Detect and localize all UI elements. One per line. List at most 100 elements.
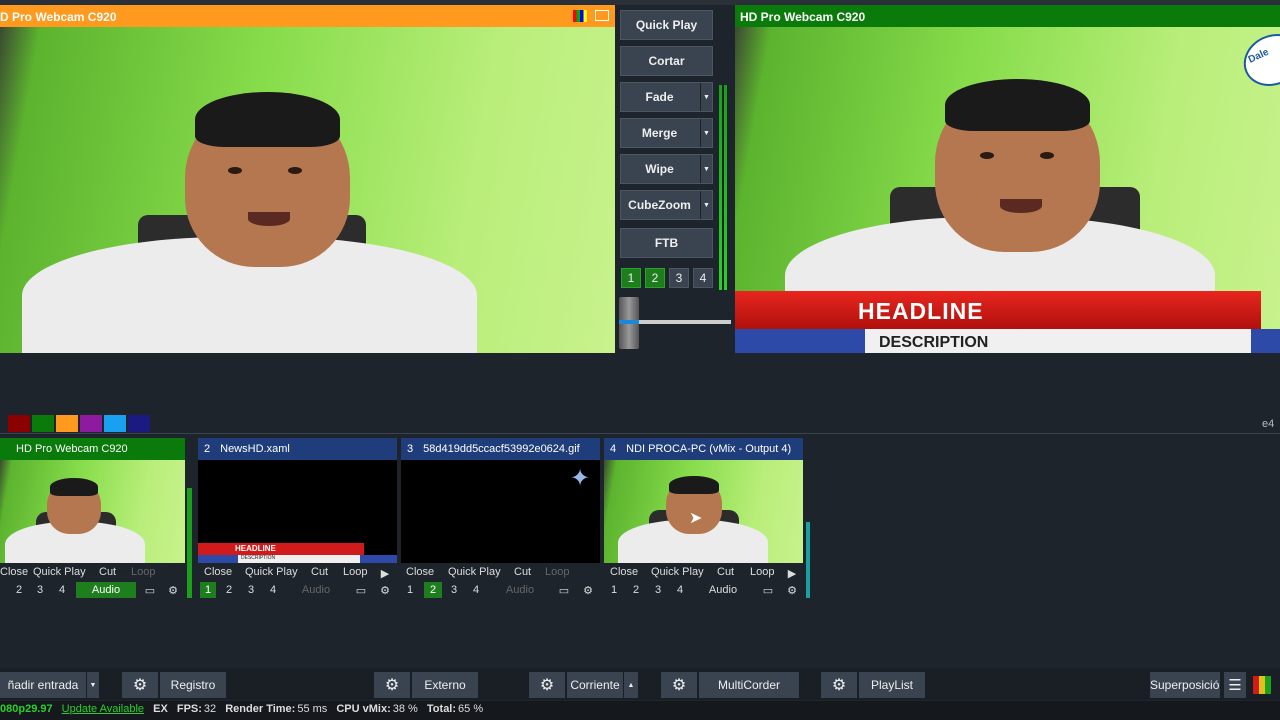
input-3-overlay-4[interactable]: 4 — [469, 582, 483, 598]
external-button[interactable]: Externo — [412, 672, 478, 698]
input-4-overlay-1[interactable]: 1 — [607, 582, 621, 598]
person-figure — [0, 460, 185, 563]
input-3-overlay-2[interactable]: 2 — [424, 582, 442, 598]
menu-icon[interactable]: ☰ — [1224, 672, 1246, 698]
input-4-overlay-3[interactable]: 3 — [651, 582, 665, 598]
overlay-button[interactable]: Superposición — [1150, 672, 1220, 698]
input-1-close[interactable]: Close — [0, 566, 28, 578]
gear-icon[interactable]: ⚙ — [821, 672, 857, 698]
input-2-titlebar[interactable]: 2 NewsHD.xaml — [198, 438, 397, 460]
input-4-audio-button[interactable]: Audio — [697, 582, 749, 598]
input-3-titlebar[interactable]: 3 58d419dd5ccacf53992e0624.gif — [401, 438, 600, 460]
gear-icon[interactable]: ⚙ — [661, 672, 697, 698]
transition-number-4[interactable]: 4 — [693, 268, 713, 288]
input-2-overlay-2[interactable]: 2 — [222, 582, 236, 598]
ftb-button[interactable]: FTB — [620, 228, 713, 258]
play-icon[interactable]: ▶ — [378, 565, 392, 581]
fade-button[interactable]: Fade ▼ — [620, 82, 713, 112]
input-2-loop[interactable]: Loop — [343, 566, 367, 578]
transition-number-1[interactable]: 1 — [621, 268, 641, 288]
stream-button[interactable]: Corriente — [567, 672, 623, 698]
gear-icon[interactable]: ⚙ — [377, 582, 393, 598]
input-2-close[interactable]: Close — [204, 566, 232, 578]
add-input-button[interactable]: ñadir entrada — [0, 672, 86, 698]
window-icon[interactable] — [595, 10, 609, 21]
chevron-down-icon[interactable]: ▼ — [700, 155, 712, 183]
input-2-cut[interactable]: Cut — [311, 566, 328, 578]
input-2-view[interactable]: HEADLINE DESCRIPTION — [198, 460, 397, 563]
mini-headline-bar: HEADLINE — [198, 543, 364, 555]
input-1-cut[interactable]: Cut — [99, 566, 116, 578]
input-2-overlay-4[interactable]: 4 — [266, 582, 280, 598]
monitor-icon[interactable]: ▭ — [353, 582, 369, 598]
add-input-dropdown[interactable]: ▼ — [87, 672, 99, 698]
input-1-view[interactable] — [0, 460, 185, 563]
gear-icon[interactable]: ⚙ — [374, 672, 410, 698]
input-4-overlay-2[interactable]: 2 — [629, 582, 643, 598]
transition-number-2[interactable]: 2 — [645, 268, 665, 288]
play-icon[interactable]: ▶ — [785, 565, 799, 581]
input-3-quick-play[interactable]: Quick Play — [448, 566, 501, 578]
update-available-link[interactable]: Update Available — [62, 703, 144, 715]
input-1-overlay-2[interactable]: 2 — [12, 582, 26, 598]
input-1-titlebar[interactable]: HD Pro Webcam C920 — [0, 438, 185, 460]
input-1-overlay-3[interactable]: 3 — [33, 582, 47, 598]
gear-icon[interactable]: ⚙ — [122, 672, 158, 698]
mini-desc-text: DESCRIPTION — [241, 555, 276, 561]
input-3-audio-button[interactable]: Audio — [494, 582, 546, 598]
transition-number-3[interactable]: 3 — [669, 268, 689, 288]
input-4-loop[interactable]: Loop — [750, 566, 774, 578]
input-2-overlay-3[interactable]: 3 — [244, 582, 258, 598]
quick-play-button[interactable]: Quick Play — [620, 10, 713, 40]
input-2-overlay-1[interactable]: 1 — [200, 582, 216, 598]
input-3-cut[interactable]: Cut — [514, 566, 531, 578]
input-1-overlay-4[interactable]: 4 — [55, 582, 69, 598]
stream-dropdown[interactable]: ▲ — [624, 672, 638, 698]
input-3-close[interactable]: Close — [406, 566, 434, 578]
record-button[interactable]: Registro — [160, 672, 226, 698]
input-4-cut[interactable]: Cut — [717, 566, 734, 578]
chevron-down-icon[interactable]: ▼ — [700, 83, 712, 111]
input-3-overlay-1[interactable]: 1 — [403, 582, 417, 598]
chevron-down-icon[interactable]: ▼ — [700, 191, 712, 219]
swatch-green[interactable] — [32, 415, 54, 432]
input-3-overlay-3[interactable]: 3 — [447, 582, 461, 598]
monitor-icon[interactable]: ▭ — [142, 582, 158, 598]
swatch-orange[interactable] — [56, 415, 78, 432]
input-2-audio-button[interactable]: Audio — [290, 582, 342, 598]
cpu-label: CPU vMix: — [336, 703, 391, 715]
gear-icon[interactable]: ⚙ — [784, 582, 800, 598]
audio-meter-left — [719, 85, 722, 290]
input-1-quick-play[interactable]: Quick Play — [33, 566, 86, 578]
input-1-loop[interactable]: Loop — [131, 566, 155, 578]
input-3-view[interactable]: ✦ — [401, 460, 600, 563]
gif-figure-icon: ✦ — [569, 465, 591, 492]
swatch-blue[interactable] — [104, 415, 126, 432]
monitor-icon[interactable]: ▭ — [760, 582, 776, 598]
gear-icon[interactable]: ⚙ — [580, 582, 596, 598]
multicorder-button[interactable]: MultiCorder — [699, 672, 799, 698]
swatch-dark-red[interactable] — [8, 415, 30, 432]
chevron-down-icon[interactable]: ▼ — [700, 119, 712, 147]
input-4-overlay-4[interactable]: 4 — [673, 582, 687, 598]
input-4-view[interactable]: ➤ — [604, 460, 803, 563]
input-4-titlebar[interactable]: 4 NDI PROCA-PC (vMix - Output 4) — [604, 438, 803, 460]
input-2-quick-play[interactable]: Quick Play — [245, 566, 298, 578]
swatch-navy[interactable] — [128, 415, 150, 432]
merge-button[interactable]: Merge ▼ — [620, 118, 713, 148]
gear-icon[interactable]: ⚙ — [529, 672, 565, 698]
monitor-icon[interactable]: ▭ — [556, 582, 572, 598]
playlist-button[interactable]: PlayList — [859, 672, 925, 698]
cut-button[interactable]: Cortar — [620, 46, 713, 76]
wipe-button[interactable]: Wipe ▼ — [620, 154, 713, 184]
logo-text: Dale — [1246, 46, 1271, 66]
gear-icon[interactable]: ⚙ — [165, 582, 181, 598]
swatch-purple[interactable] — [80, 415, 102, 432]
color-bars-icon[interactable] — [573, 10, 587, 22]
preview-titlebar: D Pro Webcam C920 — [0, 5, 615, 27]
input-1-audio-button[interactable]: Audio — [76, 582, 136, 598]
input-4-quick-play[interactable]: Quick Play — [651, 566, 704, 578]
cubezoom-button[interactable]: CubeZoom ▼ — [620, 190, 713, 220]
input-3-loop[interactable]: Loop — [545, 566, 569, 578]
input-4-close[interactable]: Close — [610, 566, 638, 578]
